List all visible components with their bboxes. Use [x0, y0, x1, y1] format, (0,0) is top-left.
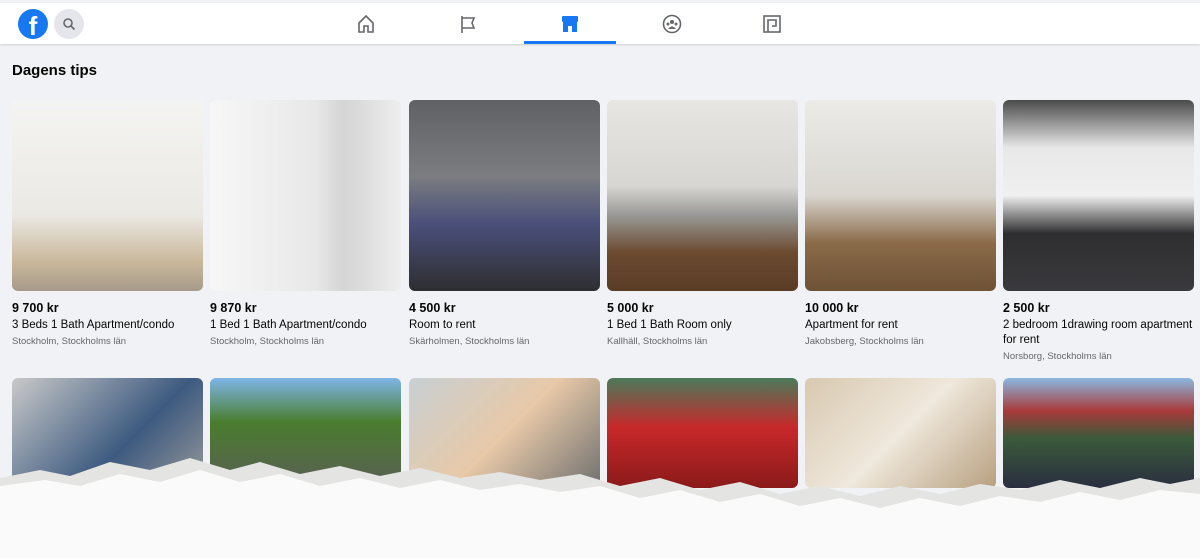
torn-paper-overlay [0, 458, 1200, 558]
